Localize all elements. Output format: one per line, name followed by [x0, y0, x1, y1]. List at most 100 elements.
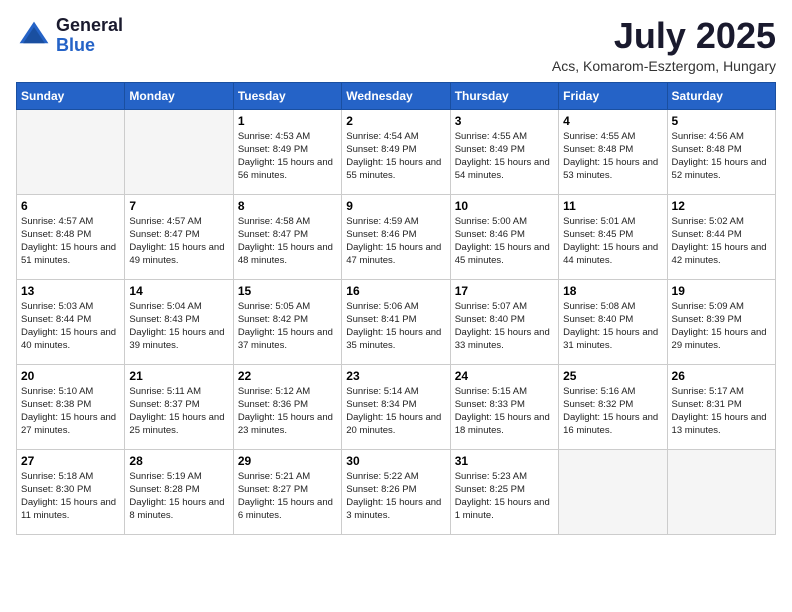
day-number: 30 — [346, 454, 445, 468]
day-number: 31 — [455, 454, 554, 468]
day-number: 18 — [563, 284, 662, 298]
header-thursday: Thursday — [450, 82, 558, 109]
day-info: Sunrise: 5:15 AM Sunset: 8:33 PM Dayligh… — [455, 385, 554, 438]
day-info: Sunrise: 5:22 AM Sunset: 8:26 PM Dayligh… — [346, 470, 445, 523]
day-number: 2 — [346, 114, 445, 128]
header-monday: Monday — [125, 82, 233, 109]
day-cell: 27 Sunrise: 5:18 AM Sunset: 8:30 PM Dayli… — [17, 449, 125, 534]
day-info: Sunrise: 4:59 AM Sunset: 8:46 PM Dayligh… — [346, 215, 445, 268]
day-number: 1 — [238, 114, 337, 128]
day-cell: 8Sunrise: 4:58 AM Sunset: 8:47 PM Daylig… — [233, 194, 341, 279]
day-cell: 16 Sunrise: 5:06 AM Sunset: 8:41 PM Dayli… — [342, 279, 450, 364]
day-number: 14 — [129, 284, 228, 298]
day-number: 29 — [238, 454, 337, 468]
day-cell: 21Sunrise: 5:11 AM Sunset: 8:37 PM Dayli… — [125, 364, 233, 449]
day-cell: 4Sunrise: 4:55 AM Sunset: 8:48 PM Daylig… — [559, 109, 667, 194]
day-number: 25 — [563, 369, 662, 383]
logo: General Blue — [16, 16, 123, 56]
day-number: 12 — [672, 199, 771, 213]
day-cell: 3Sunrise: 4:55 AM Sunset: 8:49 PM Daylig… — [450, 109, 558, 194]
day-cell: 2 Sunrise: 4:54 AM Sunset: 8:49 PM Daylig… — [342, 109, 450, 194]
day-info: Sunrise: 4:53 AM Sunset: 8:49 PM Dayligh… — [238, 130, 337, 183]
day-cell: 9 Sunrise: 4:59 AM Sunset: 8:46 PM Daylig… — [342, 194, 450, 279]
day-number: 11 — [563, 199, 662, 213]
day-cell: 18Sunrise: 5:08 AM Sunset: 8:40 PM Dayli… — [559, 279, 667, 364]
day-number: 27 — [21, 454, 120, 468]
day-number: 24 — [455, 369, 554, 383]
header-friday: Friday — [559, 82, 667, 109]
day-number: 7 — [129, 199, 228, 213]
day-cell: 19 Sunrise: 5:09 AM Sunset: 8:39 PM Dayli… — [667, 279, 775, 364]
month-title: July 2025 — [552, 16, 776, 56]
day-info: Sunrise: 5:04 AM Sunset: 8:43 PM Dayligh… — [129, 300, 228, 353]
day-info: Sunrise: 5:09 AM Sunset: 8:39 PM Dayligh… — [672, 300, 771, 353]
day-cell: 14 Sunrise: 5:04 AM Sunset: 8:43 PM Dayli… — [125, 279, 233, 364]
day-number: 20 — [21, 369, 120, 383]
day-info: Sunrise: 5:18 AM Sunset: 8:30 PM Dayligh… — [21, 470, 120, 523]
day-cell: 31 Sunrise: 5:23 AM Sunset: 8:25 PM Dayli… — [450, 449, 558, 534]
day-number: 19 — [672, 284, 771, 298]
day-info: Sunrise: 5:14 AM Sunset: 8:34 PM Dayligh… — [346, 385, 445, 438]
day-number: 4 — [563, 114, 662, 128]
day-cell: 10 Sunrise: 5:00 AM Sunset: 8:46 PM Dayli… — [450, 194, 558, 279]
day-cell: 26 Sunrise: 5:17 AM Sunset: 8:31 PM Dayli… — [667, 364, 775, 449]
day-cell: 24 Sunrise: 5:15 AM Sunset: 8:33 PM Dayli… — [450, 364, 558, 449]
day-cell: 20 Sunrise: 5:10 AM Sunset: 8:38 PM Dayli… — [17, 364, 125, 449]
week-row-2: 6 Sunrise: 4:57 AM Sunset: 8:48 PM Daylig… — [17, 194, 776, 279]
day-number: 6 — [21, 199, 120, 213]
day-cell — [559, 449, 667, 534]
day-info: Sunrise: 4:54 AM Sunset: 8:49 PM Dayligh… — [346, 130, 445, 183]
day-cell: 13Sunrise: 5:03 AM Sunset: 8:44 PM Dayli… — [17, 279, 125, 364]
day-cell: 23 Sunrise: 5:14 AM Sunset: 8:34 PM Dayli… — [342, 364, 450, 449]
day-cell: 11 Sunrise: 5:01 AM Sunset: 8:45 PM Dayli… — [559, 194, 667, 279]
header-tuesday: Tuesday — [233, 82, 341, 109]
day-number: 9 — [346, 199, 445, 213]
day-cell: 17 Sunrise: 5:07 AM Sunset: 8:40 PM Dayli… — [450, 279, 558, 364]
day-info: Sunrise: 5:02 AM Sunset: 8:44 PM Dayligh… — [672, 215, 771, 268]
day-cell — [667, 449, 775, 534]
day-cell — [17, 109, 125, 194]
day-cell: 28Sunrise: 5:19 AM Sunset: 8:28 PM Dayli… — [125, 449, 233, 534]
logo-text: General Blue — [56, 16, 123, 56]
day-cell: 29 Sunrise: 5:21 AM Sunset: 8:27 PM Dayli… — [233, 449, 341, 534]
day-cell — [125, 109, 233, 194]
day-number: 23 — [346, 369, 445, 383]
day-info: Sunrise: 5:06 AM Sunset: 8:41 PM Dayligh… — [346, 300, 445, 353]
day-info: Sunrise: 4:58 AM Sunset: 8:47 PM Dayligh… — [238, 215, 337, 268]
page-header: General Blue July 2025 Acs, Komarom-Eszt… — [16, 16, 776, 74]
header-sunday: Sunday — [17, 82, 125, 109]
day-info: Sunrise: 5:01 AM Sunset: 8:45 PM Dayligh… — [563, 215, 662, 268]
day-cell: 1 Sunrise: 4:53 AM Sunset: 8:49 PM Daylig… — [233, 109, 341, 194]
day-number: 26 — [672, 369, 771, 383]
day-info: Sunrise: 5:07 AM Sunset: 8:40 PM Dayligh… — [455, 300, 554, 353]
day-info: Sunrise: 5:17 AM Sunset: 8:31 PM Dayligh… — [672, 385, 771, 438]
week-row-4: 20 Sunrise: 5:10 AM Sunset: 8:38 PM Dayli… — [17, 364, 776, 449]
day-info: Sunrise: 5:21 AM Sunset: 8:27 PM Dayligh… — [238, 470, 337, 523]
day-number: 16 — [346, 284, 445, 298]
week-row-3: 13Sunrise: 5:03 AM Sunset: 8:44 PM Dayli… — [17, 279, 776, 364]
calendar-header-row: SundayMondayTuesdayWednesdayThursdayFrid… — [17, 82, 776, 109]
day-number: 17 — [455, 284, 554, 298]
week-row-5: 27 Sunrise: 5:18 AM Sunset: 8:30 PM Dayli… — [17, 449, 776, 534]
day-cell: 5Sunrise: 4:56 AM Sunset: 8:48 PM Daylig… — [667, 109, 775, 194]
day-number: 10 — [455, 199, 554, 213]
day-cell: 30 Sunrise: 5:22 AM Sunset: 8:26 PM Dayli… — [342, 449, 450, 534]
day-number: 13 — [21, 284, 120, 298]
day-cell: 15Sunrise: 5:05 AM Sunset: 8:42 PM Dayli… — [233, 279, 341, 364]
day-info: Sunrise: 4:55 AM Sunset: 8:49 PM Dayligh… — [455, 130, 554, 183]
day-info: Sunrise: 4:57 AM Sunset: 8:48 PM Dayligh… — [21, 215, 120, 268]
day-info: Sunrise: 5:19 AM Sunset: 8:28 PM Dayligh… — [129, 470, 228, 523]
header-saturday: Saturday — [667, 82, 775, 109]
day-info: Sunrise: 5:16 AM Sunset: 8:32 PM Dayligh… — [563, 385, 662, 438]
title-block: July 2025 Acs, Komarom-Esztergom, Hungar… — [552, 16, 776, 74]
day-cell: 6 Sunrise: 4:57 AM Sunset: 8:48 PM Daylig… — [17, 194, 125, 279]
location-subtitle: Acs, Komarom-Esztergom, Hungary — [552, 58, 776, 74]
header-wednesday: Wednesday — [342, 82, 450, 109]
day-info: Sunrise: 5:00 AM Sunset: 8:46 PM Dayligh… — [455, 215, 554, 268]
day-info: Sunrise: 5:12 AM Sunset: 8:36 PM Dayligh… — [238, 385, 337, 438]
day-cell: 12 Sunrise: 5:02 AM Sunset: 8:44 PM Dayli… — [667, 194, 775, 279]
day-info: Sunrise: 5:10 AM Sunset: 8:38 PM Dayligh… — [21, 385, 120, 438]
day-info: Sunrise: 5:11 AM Sunset: 8:37 PM Dayligh… — [129, 385, 228, 438]
logo-blue: Blue — [56, 36, 123, 56]
day-info: Sunrise: 5:23 AM Sunset: 8:25 PM Dayligh… — [455, 470, 554, 523]
